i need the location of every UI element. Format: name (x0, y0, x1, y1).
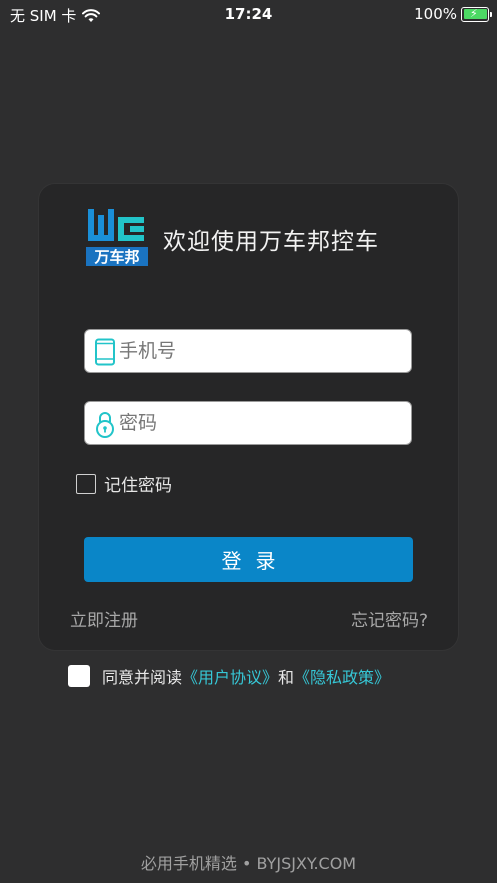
charging-bolt-icon: ⚡ (470, 6, 478, 20)
user-agreement-link[interactable]: 《用户协议》 (182, 668, 278, 687)
login-button[interactable]: 登录 (84, 537, 413, 582)
register-link[interactable]: 立即注册 (70, 606, 138, 631)
login-card: 万车邦 欢迎使用万车邦控车 记住密码 登录 立即注册 忘记密码? (39, 184, 458, 650)
forgot-password-link[interactable]: 忘记密码? (351, 606, 428, 631)
logo-text: 万车邦 (93, 248, 139, 266)
phone-icon (95, 338, 115, 366)
app-logo: 万车邦 (86, 209, 148, 266)
footer-watermark: 必用手机精选 • BYJSJXY.COM (140, 854, 357, 873)
remember-label: 记住密码 (104, 476, 172, 496)
password-input[interactable] (119, 402, 404, 444)
agreement-text: 同意并阅读《用户协议》和《隐私政策》 (102, 664, 390, 688)
agreement-checkbox[interactable] (68, 665, 90, 687)
phone-field[interactable] (84, 329, 412, 373)
welcome-title: 欢迎使用万车邦控车 (163, 229, 379, 255)
status-right: 100% ⚡ (414, 5, 492, 23)
battery-nub (490, 11, 492, 17)
privacy-policy-link[interactable]: 《隐私政策》 (294, 668, 390, 687)
agreement-conjunction: 和 (278, 668, 295, 687)
agreement-prefix: 同意并阅读 (102, 668, 183, 687)
password-field[interactable] (84, 401, 412, 445)
phone-input[interactable] (119, 330, 404, 372)
agreement-row: 同意并阅读《用户协议》和《隐私政策》 (68, 664, 390, 688)
status-bar: 无 SIM 卡 17:24 100% ⚡ (0, 0, 497, 30)
remember-password[interactable]: 记住密码 (76, 471, 172, 496)
battery-percent: 100% (414, 5, 457, 23)
remember-checkbox[interactable] (76, 473, 96, 494)
battery-icon: ⚡ (461, 6, 492, 22)
lock-icon (96, 412, 114, 438)
